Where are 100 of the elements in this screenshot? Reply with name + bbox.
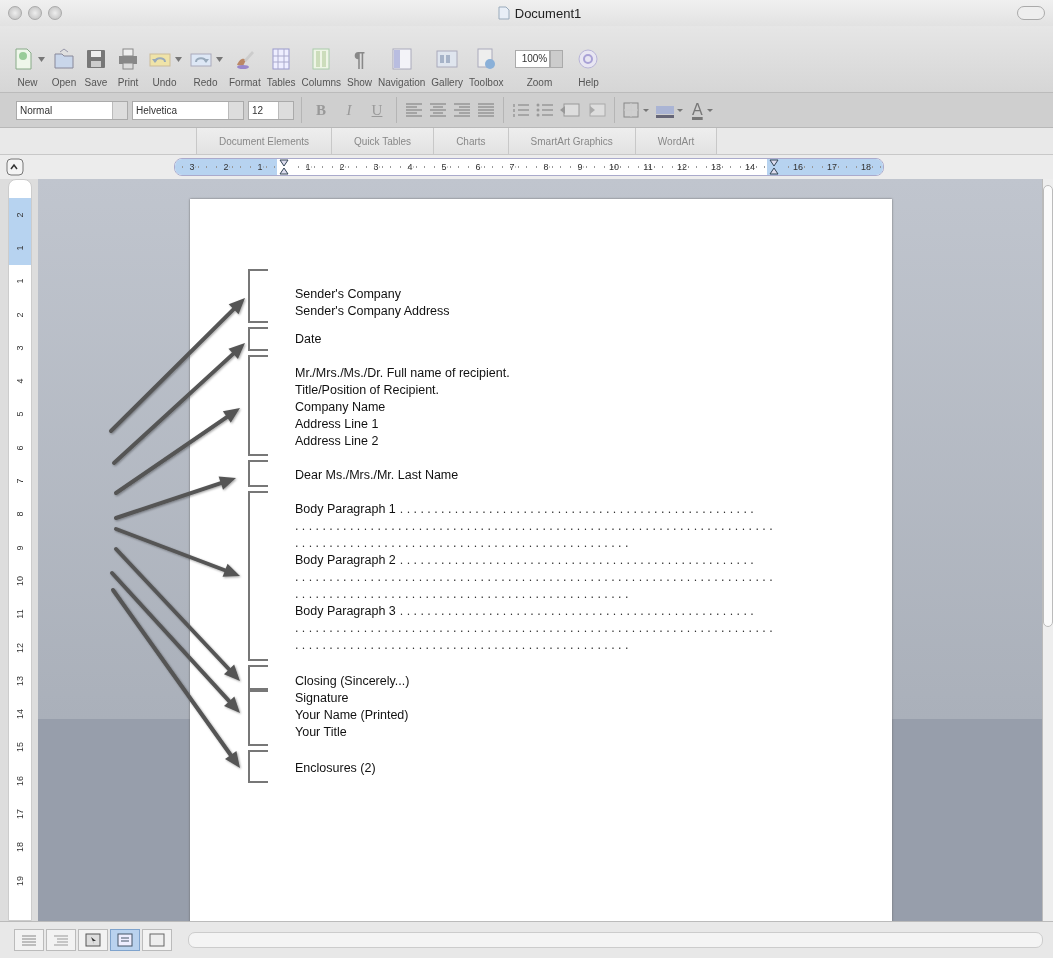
ruler-number: 15 bbox=[15, 742, 25, 753]
print-tool-button[interactable]: Print bbox=[113, 43, 143, 88]
gallery-tab[interactable]: Quick Tables bbox=[332, 128, 435, 154]
ruler-number: 7 bbox=[508, 162, 516, 172]
font-size-field[interactable]: 12 bbox=[248, 100, 294, 120]
placeholder-dots: ................................................. bbox=[295, 638, 632, 652]
view-button[interactable] bbox=[46, 929, 76, 951]
format-tool-button[interactable]: Format bbox=[227, 43, 263, 88]
vertical-ruler[interactable]: 2 1 1 2 3 4 5 6 7 8 9 10 11 12 13 14 15 16 17 18 19 bbox=[8, 179, 32, 921]
placeholder-dots: .................................................... bbox=[399, 502, 758, 516]
gallery-tab[interactable]: SmartArt Graphics bbox=[508, 128, 636, 154]
placeholder-dots: .................................................... bbox=[399, 553, 758, 567]
ruler-number: 14 bbox=[744, 162, 756, 172]
document-icon bbox=[497, 6, 510, 20]
horizontal-ruler[interactable]: 3 2 1 1 2 3 4 5 6 7 8 9 10 11 12 13 14 16 17 18 bbox=[174, 158, 884, 176]
placeholder-dots: .................................................... bbox=[399, 604, 758, 618]
ruler-number: 17 bbox=[826, 162, 838, 172]
view-button[interactable] bbox=[78, 929, 108, 951]
ruler-number: 14 bbox=[15, 709, 25, 720]
ruler-number: 13 bbox=[15, 675, 25, 686]
ruler-toggle-icon[interactable] bbox=[6, 158, 24, 176]
ruler-number: 18 bbox=[15, 842, 25, 853]
document-text: Mr./Mrs./Ms./Dr. Full name of recipient. bbox=[295, 365, 510, 382]
ruler-number: 11 bbox=[15, 609, 25, 619]
tables-tool-button[interactable]: Tables bbox=[264, 43, 298, 88]
ruler-number: 4 bbox=[15, 378, 25, 384]
horizontal-scrollbar[interactable] bbox=[188, 932, 1043, 948]
ruler-number: 7 bbox=[15, 478, 25, 484]
document-text: Body Paragraph 3 bbox=[295, 604, 396, 618]
show-tool-button[interactable]: ¶ Show bbox=[345, 43, 375, 88]
view-button[interactable] bbox=[142, 929, 172, 951]
document-text: Company Name bbox=[295, 399, 387, 416]
scrollbar-thumb[interactable] bbox=[1043, 185, 1053, 627]
align-icon[interactable] bbox=[452, 101, 472, 119]
navigation-tool-button[interactable]: Navigation bbox=[376, 43, 428, 88]
gallery-tool-button[interactable]: Gallery bbox=[429, 43, 465, 88]
gallery-tab[interactable]: WordArt bbox=[635, 128, 718, 154]
align-icon[interactable] bbox=[404, 101, 424, 119]
ruler-number: 5 bbox=[15, 411, 25, 417]
bulleted-list-icon[interactable] bbox=[535, 101, 555, 119]
zoom-field[interactable]: 100% bbox=[515, 50, 551, 68]
align-icon[interactable] bbox=[428, 101, 448, 119]
ruler-number: 18 bbox=[860, 162, 872, 172]
zoom-tool-button[interactable]: 100% Zoom bbox=[507, 43, 572, 88]
ruler-number: 16 bbox=[15, 775, 25, 786]
indent-marker-icon[interactable] bbox=[279, 159, 289, 175]
style-field[interactable]: Normal bbox=[16, 100, 128, 120]
ruler-number: 6 bbox=[15, 445, 25, 451]
document-text: Title/Position of Recipient. bbox=[295, 382, 441, 399]
ruler-number: 1 bbox=[304, 162, 312, 172]
document-text: Your Name (Printed) bbox=[295, 707, 409, 724]
placeholder-dots: ................................................. bbox=[295, 536, 632, 550]
document-text: Body Paragraph 1 bbox=[295, 502, 396, 516]
new-tool-button[interactable]: New bbox=[8, 43, 47, 88]
toolbox-tool-button[interactable]: Toolbox bbox=[467, 43, 506, 88]
ruler-number: 3 bbox=[15, 345, 25, 351]
ruler-number: 1 bbox=[256, 162, 264, 172]
redo-tool-button[interactable]: Redo bbox=[186, 43, 225, 88]
view-button[interactable] bbox=[14, 929, 44, 951]
font-color-button[interactable]: A bbox=[688, 101, 703, 119]
ruler-number: 2 bbox=[222, 162, 230, 172]
caret-icon bbox=[706, 108, 713, 112]
document-text: Sender's Company Address bbox=[295, 303, 450, 320]
ruler-number: 6 bbox=[474, 162, 482, 172]
bracket bbox=[248, 327, 268, 351]
bracket bbox=[248, 750, 268, 783]
align-icon[interactable] bbox=[476, 101, 496, 119]
folder-icon bbox=[51, 46, 77, 72]
ruler-number: 1 bbox=[15, 245, 25, 251]
columns-tool-button[interactable]: Columns bbox=[299, 43, 344, 88]
ruler-number: 11 bbox=[642, 162, 654, 172]
minimize-button[interactable] bbox=[28, 6, 42, 20]
document-text: Enclosures (2) bbox=[295, 760, 376, 777]
ruler-number: 12 bbox=[15, 642, 25, 653]
ruler-number: 3 bbox=[188, 162, 196, 172]
ruler-number: 1 bbox=[15, 278, 25, 284]
save-tool-button[interactable]: Save bbox=[81, 43, 111, 88]
bracket bbox=[248, 460, 268, 487]
zoom-menu-button[interactable] bbox=[550, 50, 564, 68]
ruler-number: 9 bbox=[15, 545, 25, 551]
undo-tool-button[interactable]: Undo bbox=[145, 43, 184, 88]
close-button[interactable] bbox=[8, 6, 22, 20]
indent-marker-icon[interactable] bbox=[769, 159, 779, 175]
font-field[interactable]: Helvetica bbox=[132, 100, 244, 120]
gallery-tab[interactable]: Charts bbox=[434, 128, 509, 154]
decrease-indent-icon[interactable] bbox=[559, 101, 581, 119]
gallery-tab[interactable]: Document Elements bbox=[197, 128, 333, 154]
ruler-number: 4 bbox=[406, 162, 414, 172]
toolbar-toggle-button[interactable] bbox=[1017, 6, 1045, 20]
document-text: Address Line 1 bbox=[295, 416, 380, 433]
borders-icon[interactable] bbox=[622, 101, 650, 119]
ruler-number: 10 bbox=[15, 575, 25, 586]
view-button[interactable] bbox=[110, 929, 140, 951]
document-text: Sender's Company bbox=[295, 286, 402, 303]
zoom-button[interactable] bbox=[48, 6, 62, 20]
document-text: Signature bbox=[295, 690, 350, 707]
open-tool-button[interactable]: Open bbox=[49, 43, 79, 88]
document-text: Dear Ms./Mrs./Mr. Last Name bbox=[295, 467, 459, 484]
numbered-list-icon[interactable] bbox=[511, 101, 531, 119]
help-tool-button[interactable]: Help bbox=[573, 43, 604, 88]
